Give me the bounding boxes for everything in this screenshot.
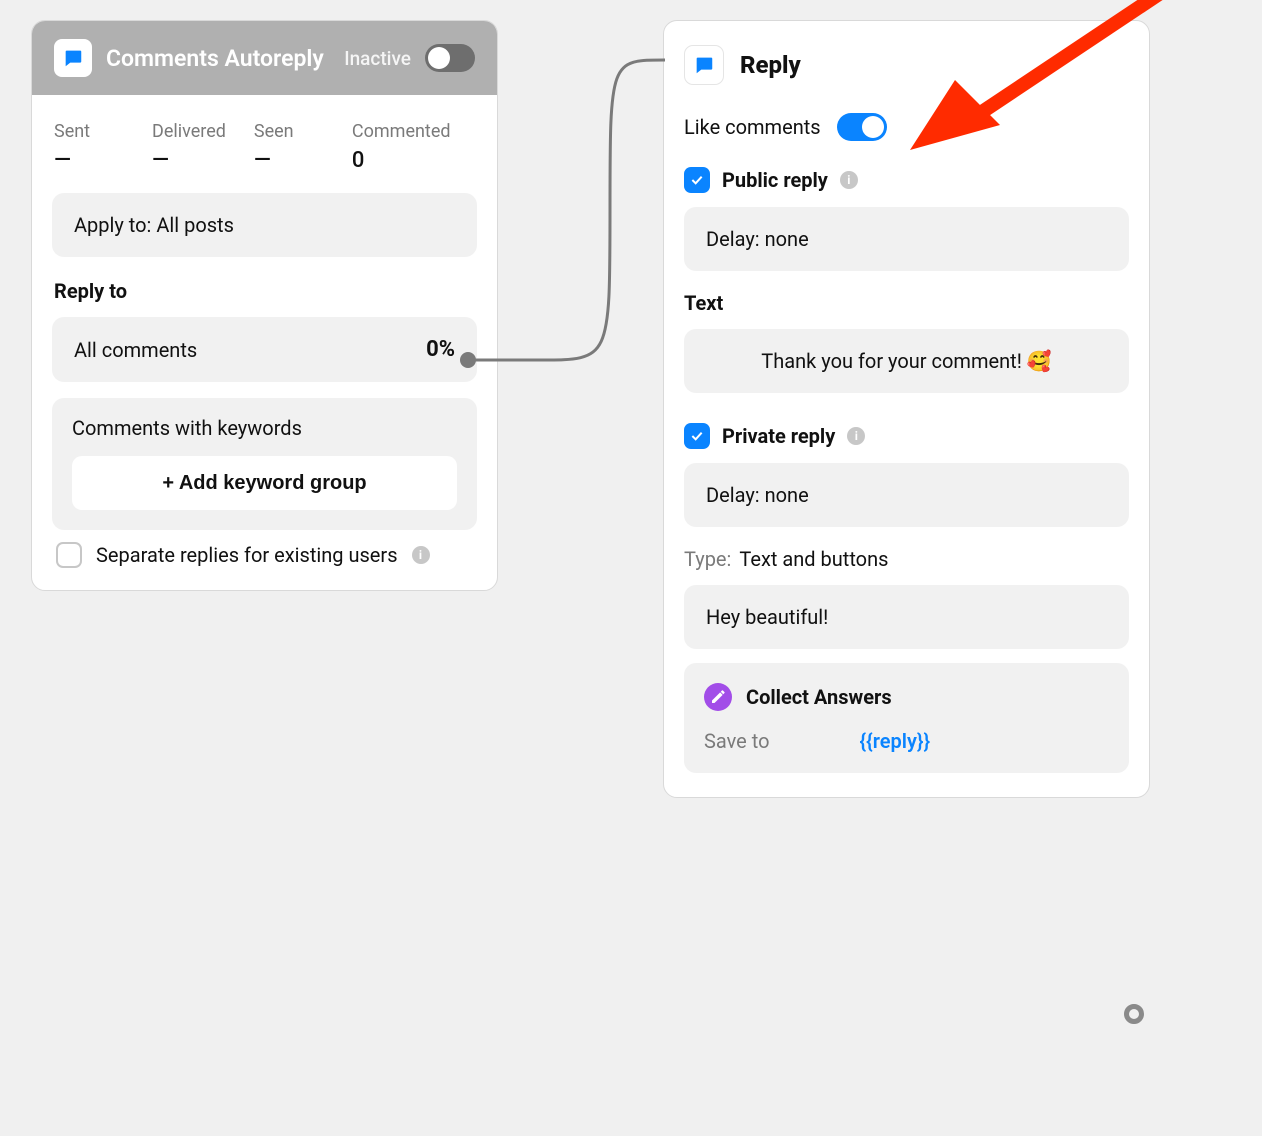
save-to-value: {{reply}} xyxy=(860,729,931,753)
public-text-block[interactable]: Thank you for your comment! 🥰 xyxy=(684,329,1129,393)
autoreply-toggle[interactable] xyxy=(425,44,475,72)
stat-value: — xyxy=(152,148,226,173)
like-comments-toggle[interactable] xyxy=(837,113,887,141)
autoreply-body: Sent — Delivered — Seen — Commented 0 Ap… xyxy=(32,95,497,590)
info-icon[interactable]: i xyxy=(847,427,865,445)
keywords-title: Comments with keywords xyxy=(72,416,457,440)
stat-value: — xyxy=(254,148,324,173)
all-comments-pct: 0% xyxy=(426,337,455,362)
stat-seen: Seen — xyxy=(254,121,324,173)
private-type-value: Text and buttons xyxy=(739,547,888,571)
all-comments-block[interactable]: All comments 0% xyxy=(52,317,477,382)
private-text-block[interactable]: Hey beautiful! xyxy=(684,585,1129,649)
stat-label: Sent xyxy=(54,121,124,142)
add-keyword-button[interactable]: + Add keyword group xyxy=(72,456,457,510)
collect-answers-block[interactable]: Collect Answers Save to {{reply}} xyxy=(684,663,1129,773)
public-reply-checkbox[interactable] xyxy=(684,167,710,193)
private-delay-block[interactable]: Delay: none xyxy=(684,463,1129,527)
like-comments-label: Like comments xyxy=(684,115,821,139)
separate-replies-checkbox[interactable] xyxy=(56,542,82,568)
private-reply-label: Private reply xyxy=(722,424,835,448)
separate-replies-label: Separate replies for existing users xyxy=(96,543,398,567)
save-to-label: Save to xyxy=(704,729,770,753)
stat-value: — xyxy=(54,148,124,173)
reply-title: Reply xyxy=(740,51,801,79)
stat-sent: Sent — xyxy=(54,121,124,173)
stat-value: 0 xyxy=(352,148,472,173)
connection-port-icon[interactable] xyxy=(1124,1004,1144,1024)
reply-header: Reply xyxy=(684,45,1129,85)
stat-label: Seen xyxy=(254,121,324,142)
public-delay-block[interactable]: Delay: none xyxy=(684,207,1129,271)
like-comments-row: Like comments xyxy=(684,113,1129,141)
private-reply-checkbox[interactable] xyxy=(684,423,710,449)
stat-label: Commented xyxy=(352,121,472,142)
autoreply-header: Comments Autoreply Inactive xyxy=(32,21,497,95)
stat-commented: Commented 0 xyxy=(352,121,472,173)
autoreply-stats: Sent — Delivered — Seen — Commented 0 xyxy=(52,113,477,193)
separate-replies-row[interactable]: Separate replies for existing users i xyxy=(52,530,477,568)
public-reply-label: Public reply xyxy=(722,168,828,192)
save-to-row[interactable]: Save to {{reply}} xyxy=(700,729,1113,753)
autoreply-title: Comments Autoreply xyxy=(106,45,330,72)
private-text: Hey beautiful! xyxy=(706,605,828,629)
private-delay-label: Delay: none xyxy=(706,483,809,507)
all-comments-label: All comments xyxy=(74,338,197,362)
collect-answers-title: Collect Answers xyxy=(746,685,892,709)
reply-card: Reply Like comments Public reply i Delay… xyxy=(663,20,1150,798)
public-delay-label: Delay: none xyxy=(706,227,809,251)
private-reply-row[interactable]: Private reply i xyxy=(684,423,1129,449)
comment-icon xyxy=(684,45,724,85)
comment-icon xyxy=(54,39,92,77)
private-type-label: Type: xyxy=(684,547,731,571)
collect-answers-header: Collect Answers xyxy=(700,673,1113,729)
apply-to-block[interactable]: Apply to: All posts xyxy=(52,193,477,257)
pencil-icon xyxy=(704,683,732,711)
autoreply-status: Inactive xyxy=(344,47,411,70)
text-label: Text xyxy=(684,291,1129,315)
apply-to-label: Apply to: All posts xyxy=(74,213,234,237)
reply-to-label: Reply to xyxy=(54,279,475,303)
info-icon[interactable]: i xyxy=(412,546,430,564)
private-type-row: Type: Text and buttons xyxy=(684,547,1129,571)
public-text: Thank you for your comment! 🥰 xyxy=(761,349,1051,373)
stat-label: Delivered xyxy=(152,121,226,142)
stat-delivered: Delivered — xyxy=(152,121,226,173)
info-icon[interactable]: i xyxy=(840,171,858,189)
keywords-block: Comments with keywords + Add keyword gro… xyxy=(52,398,477,530)
public-reply-row[interactable]: Public reply i xyxy=(684,167,1129,193)
autoreply-card: Comments Autoreply Inactive Sent — Deliv… xyxy=(31,20,498,591)
